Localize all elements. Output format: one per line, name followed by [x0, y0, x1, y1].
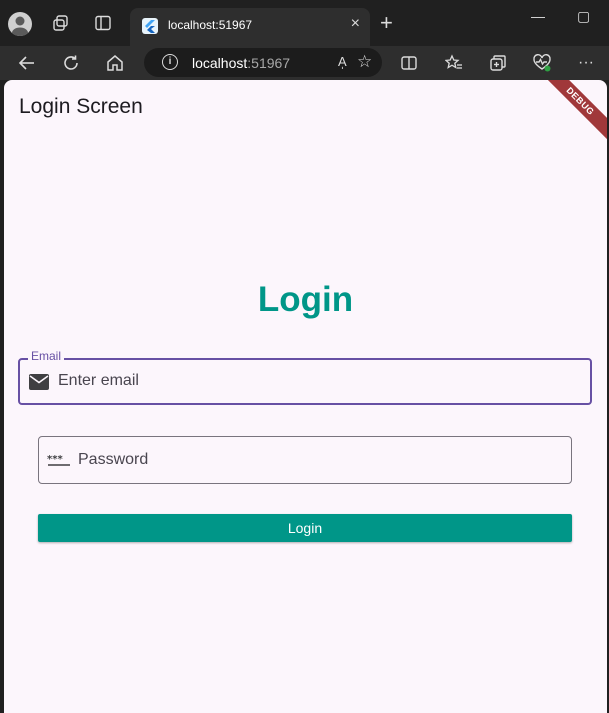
email-field-label: Email	[28, 349, 65, 363]
maximize-button[interactable]: ▢	[577, 8, 590, 25]
email-field[interactable]: Email Enter email	[18, 349, 592, 405]
favorites-icon[interactable]	[443, 52, 465, 74]
page-title: Login Screen	[19, 95, 143, 118]
favorite-star-icon[interactable]: ☆	[357, 52, 372, 72]
profile-avatar[interactable]	[8, 12, 32, 36]
browser-toolbar: i localhost:51967 A̩ ☆ ···	[0, 46, 609, 80]
workspaces-icon[interactable]	[50, 12, 72, 34]
collections-icon[interactable]	[487, 52, 509, 74]
password-field[interactable]: *** Password	[38, 436, 572, 484]
browser-tab-strip: localhost:51967 × + — ▢	[0, 0, 609, 46]
flutter-favicon-icon	[142, 18, 158, 34]
app-page: Login Screen DEBUG Login Email Enter ema…	[4, 80, 607, 713]
login-button[interactable]: Login	[38, 514, 572, 542]
address-bar[interactable]: i localhost:51967 A̩ ☆	[144, 48, 382, 77]
login-heading: Login	[257, 280, 354, 319]
password-icon: ***	[47, 454, 71, 473]
tab-close-icon[interactable]: ×	[351, 15, 360, 33]
more-options-icon[interactable]: ···	[575, 52, 597, 74]
back-arrow-icon[interactable]	[16, 52, 38, 74]
minimize-button[interactable]: —	[531, 8, 545, 24]
active-tab[interactable]: localhost:51967 ×	[130, 8, 370, 46]
tab-title: localhost:51967	[168, 18, 253, 32]
home-icon[interactable]	[104, 52, 126, 74]
mail-icon	[28, 373, 50, 396]
password-placeholder: Password	[78, 451, 149, 468]
split-screen-icon[interactable]	[398, 52, 420, 74]
new-tab-button[interactable]: +	[380, 10, 393, 36]
refresh-icon[interactable]	[60, 52, 82, 74]
svg-text:***: ***	[47, 454, 63, 465]
debug-banner: DEBUG	[535, 80, 607, 146]
vertical-tabs-icon[interactable]	[92, 12, 114, 34]
read-aloud-icon[interactable]: A̩	[338, 54, 347, 69]
site-info-icon[interactable]: i	[162, 54, 178, 70]
address-text: localhost:51967	[192, 55, 291, 71]
browser-essentials-icon[interactable]	[531, 52, 553, 74]
email-placeholder: Enter email	[58, 372, 139, 389]
